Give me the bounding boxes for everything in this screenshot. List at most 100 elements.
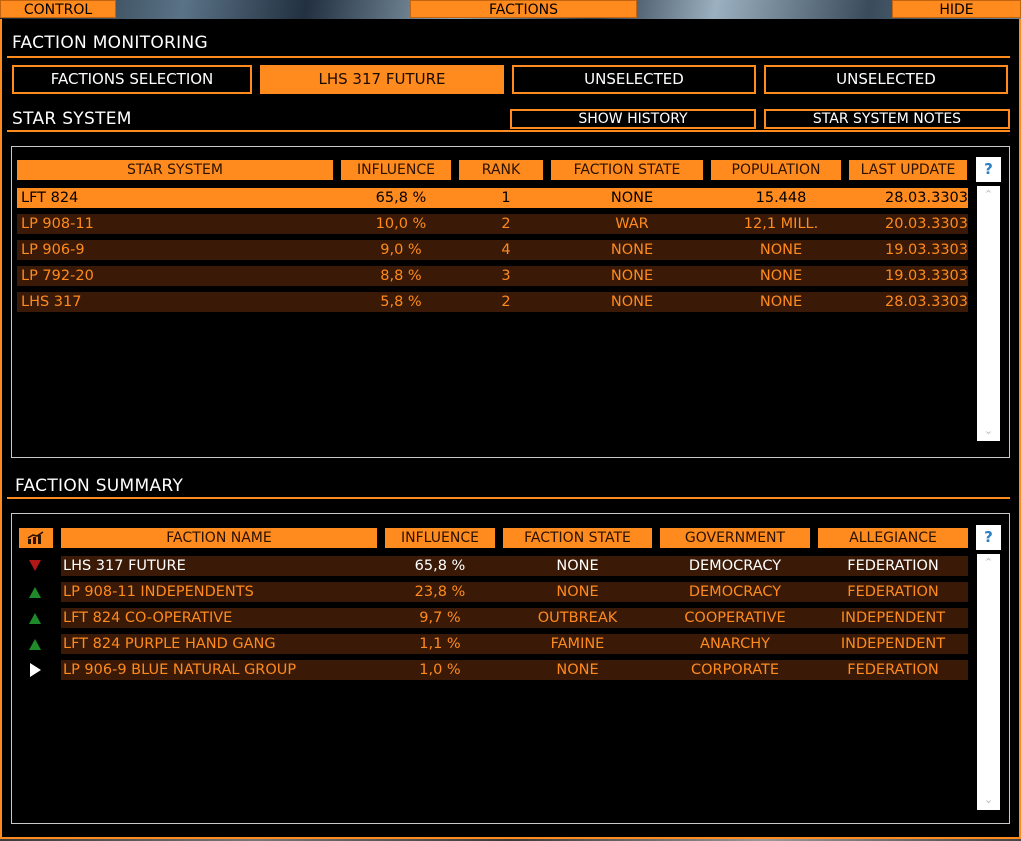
control-button[interactable]: CONTROL (0, 0, 116, 18)
table-cell: 1,1 % (419, 636, 461, 652)
col-header-influence[interactable]: INFLUENCE (385, 528, 495, 548)
tab-lhs-317-future[interactable]: LHS 317 FUTURE (260, 65, 504, 94)
table-cell: NONE (759, 268, 803, 284)
table-cell: NONE (610, 294, 654, 310)
table-cell: NONE (556, 558, 599, 574)
table-cell: DEMOCRACY (688, 584, 782, 600)
table-cell: 19.03.3303 (884, 242, 968, 258)
table-cell: 9,7 % (419, 610, 461, 626)
col-header-star-system[interactable]: STAR SYSTEM (17, 160, 333, 180)
table-cell: LFT 824 (21, 190, 79, 206)
col-header-last-update[interactable]: LAST UPDATE (849, 160, 967, 180)
scroll-up-icon[interactable]: ⌃ (977, 556, 1000, 569)
table-cell: INDEPENDENT (840, 610, 946, 626)
top-bar: CONTROL FACTIONS HIDE (0, 0, 1021, 19)
table-cell: NONE (556, 662, 599, 678)
scrollbar[interactable]: ⌃ ⌄ (977, 554, 1000, 810)
help-button[interactable]: ? (976, 157, 1001, 182)
table-cell: 28.03.3303 (884, 294, 968, 310)
table-cell: 19.03.3303 (884, 268, 968, 284)
table-row[interactable]: LP 908-11 INDEPENDENTS 23,8 % NONE DEMOCRAC… (61, 582, 968, 602)
table-cell: OUTBREAK (537, 610, 618, 626)
table-cell: LP 906-9 (21, 242, 85, 258)
table-cell: LP 908-11 (21, 216, 94, 232)
col-header-population[interactable]: POPULATION (711, 160, 841, 180)
divider (7, 56, 1010, 58)
table-cell: ANARCHY (700, 636, 770, 652)
scroll-up-icon[interactable]: ⌃ (977, 188, 1000, 201)
table-cell: FEDERATION (847, 662, 939, 678)
table-cell: LP 792-20 (21, 268, 94, 284)
table-cell: WAR (615, 216, 649, 232)
star-system-notes-button[interactable]: STAR SYSTEM NOTES (764, 109, 1010, 129)
scroll-down-icon[interactable]: ⌄ (977, 424, 1000, 437)
table-cell: COOPERATIVE (684, 610, 786, 626)
scroll-down-icon[interactable]: ⌄ (977, 793, 1000, 806)
trend-chart-icon (27, 531, 44, 544)
table-row[interactable]: LP 792-20 8,8 % 3 NONE NONE 19.03.3303 (17, 266, 968, 286)
faction-summary-title: FACTION SUMMARY (15, 476, 184, 496)
table-cell: 1,0 % (419, 662, 461, 678)
trend-flat-icon (30, 663, 41, 677)
table-cell: 12,1 MILL. (743, 216, 819, 232)
table-cell: CORPORATE (690, 662, 780, 678)
table-cell: 65,8 % (375, 190, 427, 206)
col-header-government[interactable]: GOVERNMENT (660, 528, 810, 548)
table-cell: 2 (501, 294, 511, 310)
trend-up-icon (29, 587, 41, 598)
table-cell: LHS 317 FUTURE (63, 558, 186, 574)
tab-unselected-2[interactable]: UNSELECTED (764, 65, 1008, 94)
col-header-influence[interactable]: INFLUENCE (341, 160, 451, 180)
table-row[interactable]: LP 906-9 9,0 % 4 NONE NONE 19.03.3303 (17, 240, 968, 260)
col-header-faction-state[interactable]: FACTION STATE (551, 160, 703, 180)
tab-factions-selection[interactable]: FACTIONS SELECTION (12, 65, 252, 94)
scrollbar[interactable]: ⌃ ⌄ (977, 186, 1000, 441)
table-row[interactable]: LFT 824 CO-OPERATIVE 9,7 % OUTBREAK COOPERA… (61, 608, 968, 628)
faction-summary-panel: FACTION NAME INFLUENCE FACTION STATE GOV… (11, 513, 1010, 824)
table-cell: 28.03.3303 (884, 190, 968, 206)
divider (7, 497, 1010, 499)
table-cell: 15.448 (755, 190, 807, 206)
table-cell: 65,8 % (414, 558, 466, 574)
table-cell: LFT 824 PURPLE HAND GANG (63, 636, 276, 652)
table-cell: LHS 317 (21, 294, 82, 310)
table-cell: 3 (501, 268, 511, 284)
table-cell: 1 (501, 190, 511, 206)
col-header-rank[interactable]: RANK (459, 160, 543, 180)
table-cell: NONE (610, 190, 654, 206)
table-cell: LFT 824 CO-OPERATIVE (63, 610, 233, 626)
table-cell: NONE (556, 584, 599, 600)
table-cell: FEDERATION (847, 558, 939, 574)
table-cell: 23,8 % (414, 584, 466, 600)
table-cell: 10,0 % (375, 216, 427, 232)
table-row[interactable]: LP 906-9 BLUE NATURAL GROUP 1,0 % NONE CORP… (61, 660, 968, 680)
table-cell: 4 (501, 242, 511, 258)
table-cell: 8,8 % (380, 268, 422, 284)
col-header-faction-name[interactable]: FACTION NAME (61, 528, 377, 548)
trend-down-icon (29, 560, 41, 571)
table-row[interactable]: LFT 824 PURPLE HAND GANG 1,1 % FAMINE ANARC… (61, 634, 968, 654)
table-cell: LP 908-11 INDEPENDENTS (63, 584, 254, 600)
table-row[interactable]: LFT 824 65,8 % 1 NONE 15.448 28.03.3303 (17, 188, 968, 208)
table-cell: INDEPENDENT (840, 636, 946, 652)
col-header-faction-state[interactable]: FACTION STATE (503, 528, 652, 548)
table-cell: NONE (610, 242, 654, 258)
star-system-title: STAR SYSTEM (12, 109, 132, 129)
table-row[interactable]: LHS 317 5,8 % 2 NONE NONE 28.03.3303 (17, 292, 968, 312)
trend-up-icon (29, 639, 41, 650)
trend-up-icon (29, 613, 41, 624)
help-button[interactable]: ? (976, 525, 1001, 550)
hide-button[interactable]: HIDE (892, 0, 1021, 18)
table-cell: DEMOCRACY (688, 558, 782, 574)
table-row[interactable]: LHS 317 FUTURE 65,8 % NONE DEMOCRACY FEDERAT… (61, 556, 968, 576)
factions-button[interactable]: FACTIONS (410, 0, 637, 18)
table-row[interactable]: LP 908-11 10,0 % 2 WAR 12,1 MILL. 20.03.3303 (17, 214, 968, 234)
table-cell: 5,8 % (380, 294, 422, 310)
table-cell: FEDERATION (847, 584, 939, 600)
table-cell: LP 906-9 BLUE NATURAL GROUP (63, 662, 297, 678)
trend-header[interactable] (19, 528, 53, 548)
col-header-allegiance[interactable]: ALLEGIANCE (818, 528, 968, 548)
star-system-panel: STAR SYSTEM INFLUENCE RANK FACTION STATE… (11, 146, 1010, 458)
show-history-button[interactable]: SHOW HISTORY (510, 109, 756, 129)
tab-unselected-1[interactable]: UNSELECTED (512, 65, 756, 94)
